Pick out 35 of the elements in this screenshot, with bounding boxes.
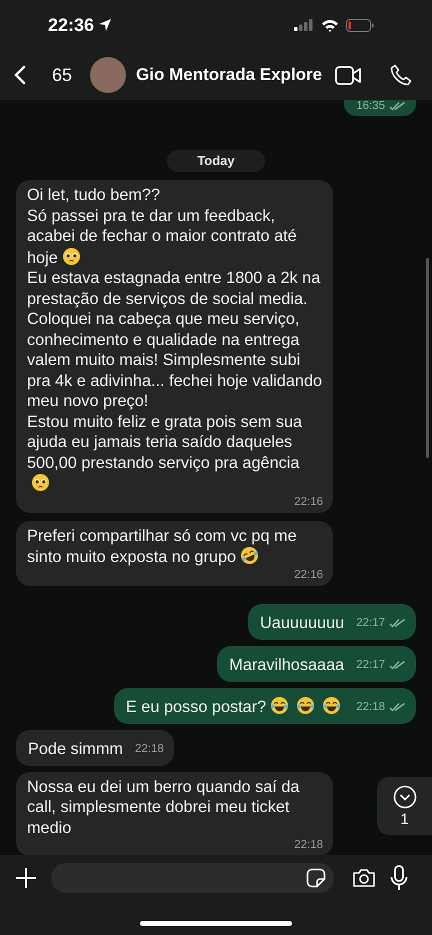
message-text: E eu posso postar? bbox=[126, 696, 344, 718]
date-label: Today bbox=[167, 150, 265, 172]
phone-icon[interactable] bbox=[390, 64, 412, 86]
message-time: 22:16 bbox=[294, 568, 323, 583]
message-text: Oi let, tudo bem?? Só passei pra te dar um feedback, acabei de fechar o maior contrato até hoje Eu estava estagnada entre 1800 a 2k na prestação de serviços de social media. Coloquei na cabeça que meu serviço, conhecimento e qualidade na entrega valem muito mais! Simplesmente subi pra 4k e adivinha... fechei hoje validando meu novo preço! Estou muito feliz e grata pois sem sua ajuda eu jamais teria saído daqueles 500,00 prestando serviço pra agência bbox=[27, 185, 323, 494]
message-text: Nossa eu dei um berro quando saí da call, simplesmente dobrei meu ticket medio bbox=[27, 776, 300, 838]
signal-icon bbox=[294, 19, 314, 31]
message-text: Uauuuuuuu bbox=[260, 612, 344, 634]
camera-icon[interactable] bbox=[352, 868, 376, 888]
scroll-down-button[interactable]: 1 bbox=[377, 777, 432, 835]
plus-icon[interactable] bbox=[15, 867, 37, 889]
video-call-icon[interactable] bbox=[335, 66, 362, 84]
wifi-icon bbox=[321, 18, 339, 32]
message-time: 22:16 bbox=[294, 494, 323, 510]
back-chevron-icon bbox=[14, 65, 26, 85]
contact-name[interactable]: Gio Mentorada Explore bbox=[136, 65, 325, 85]
location-arrow-icon bbox=[98, 18, 112, 32]
message-time: 16:35 bbox=[356, 100, 385, 114]
message-text: Pode simmm bbox=[28, 738, 123, 760]
battery-low-icon bbox=[346, 18, 374, 32]
message-input-field[interactable] bbox=[51, 863, 334, 893]
message-text: Preferi compartilhar só com vc pq me sinto muito exposta no grupo bbox=[27, 526, 323, 568]
message-time: 22:18 bbox=[356, 700, 385, 714]
message-time: 22:18 bbox=[135, 742, 164, 756]
microphone-icon[interactable] bbox=[390, 865, 408, 891]
status-time: 22:36 bbox=[48, 14, 94, 36]
avatar[interactable] bbox=[90, 57, 126, 93]
message-time: 22:17 bbox=[356, 616, 385, 630]
message-time: 22:18 bbox=[294, 838, 323, 854]
chevron-down-circle-icon bbox=[392, 784, 416, 808]
unread-count: 1 bbox=[400, 810, 409, 828]
message-text: Maravilhosaaaa bbox=[229, 654, 344, 676]
sticker-icon[interactable] bbox=[306, 868, 326, 888]
back-button[interactable]: 65 bbox=[14, 64, 72, 86]
message-time: 22:17 bbox=[356, 658, 385, 672]
